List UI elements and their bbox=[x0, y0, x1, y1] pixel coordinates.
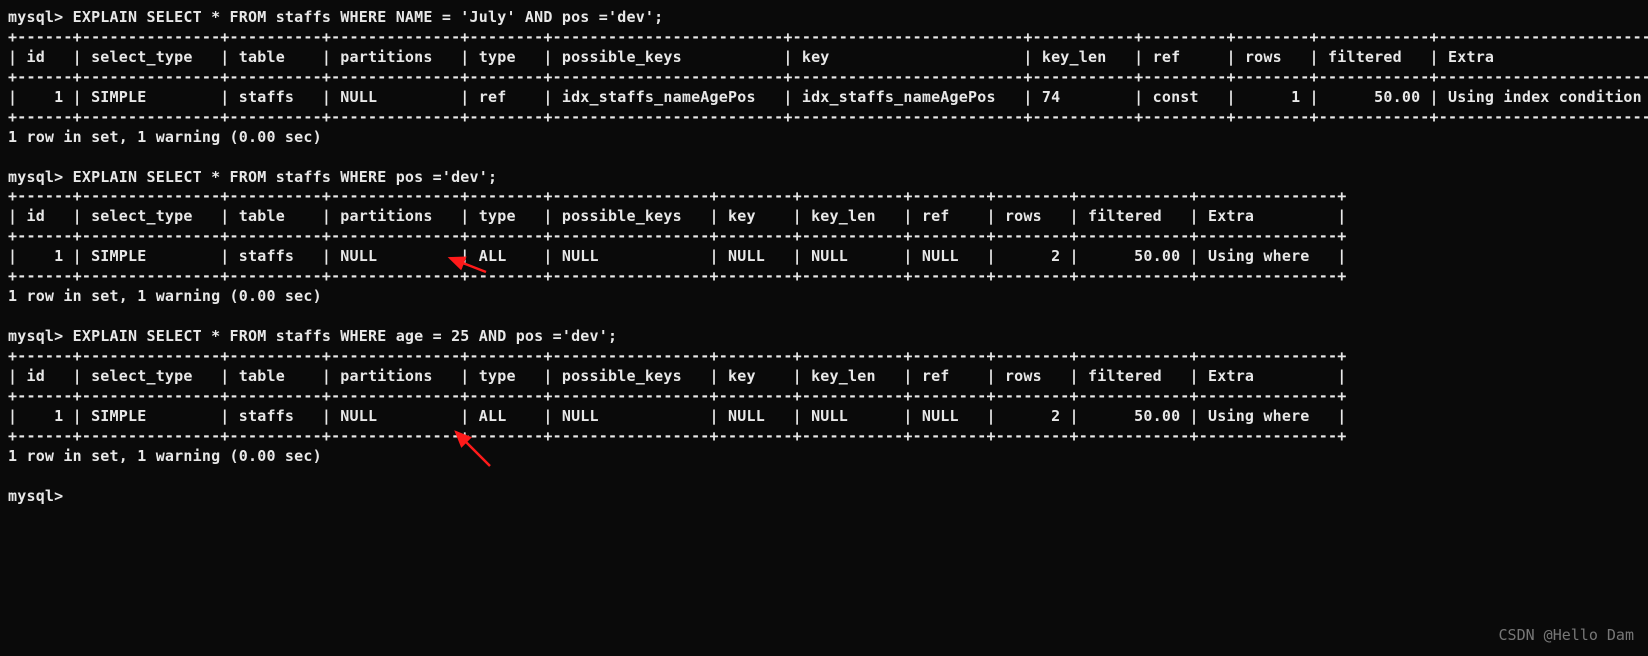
watermark: CSDN @Hello Dam bbox=[1499, 626, 1634, 646]
terminal-output: mysql> EXPLAIN SELECT * FROM staffs WHER… bbox=[0, 0, 1648, 506]
